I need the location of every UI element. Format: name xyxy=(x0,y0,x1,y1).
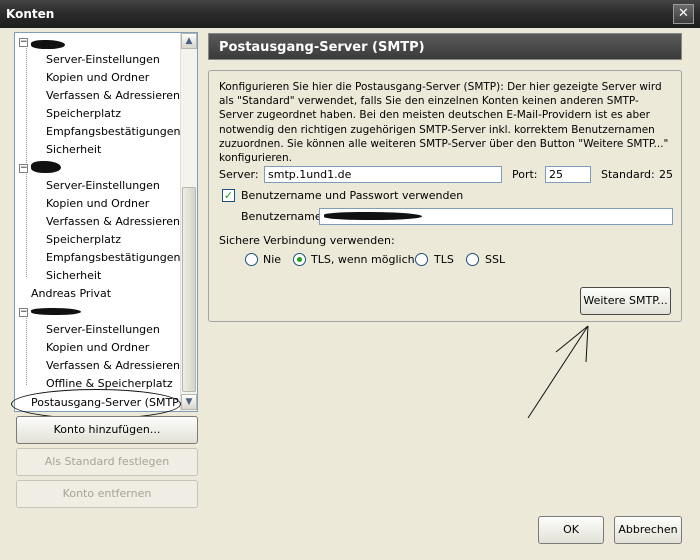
redacted-username xyxy=(324,212,422,220)
tree-item-account[interactable]: Andreas Privat xyxy=(31,285,111,302)
tree-item-server-settings[interactable]: Server-Einstellungen xyxy=(46,321,160,338)
tree-item-server-settings[interactable]: Server-Einstellungen xyxy=(46,51,160,68)
redacted-account-name xyxy=(31,161,61,173)
security-option-label: TLS xyxy=(434,253,454,266)
set-default-button: Als Standard festlegen xyxy=(16,448,198,476)
more-smtp-button[interactable]: Weitere SMTP... xyxy=(580,287,671,315)
security-radio-tls-if-available[interactable] xyxy=(293,253,306,266)
panel-title: Postausgang-Server (SMTP) xyxy=(208,33,682,60)
close-icon[interactable]: ✕ xyxy=(673,4,694,24)
tree-item-receipts[interactable]: Empfangsbestätigungen xyxy=(46,123,181,140)
security-option-label: TLS, wenn möglich xyxy=(311,253,415,266)
title-bar: Konten ✕ xyxy=(0,0,700,28)
redacted-account-name xyxy=(31,40,65,49)
tree-item-copies-folders[interactable]: Kopien und Ordner xyxy=(46,339,149,356)
use-auth-checkbox[interactable]: ✓ xyxy=(222,189,235,202)
secure-connection-label: Sichere Verbindung verwenden: xyxy=(219,234,395,247)
security-option-label: Nie xyxy=(263,253,282,266)
username-label: Benutzername: xyxy=(241,210,326,223)
use-auth-label: Benutzername und Passwort verwenden xyxy=(241,189,464,202)
scroll-up-icon[interactable]: ▲ xyxy=(181,33,197,49)
tree-item-security[interactable]: Sicherheit xyxy=(46,267,101,284)
redacted-account-name xyxy=(31,308,81,315)
cancel-button[interactable]: Abbrechen xyxy=(614,516,682,544)
tree-item-composition[interactable]: Verfassen & Adressieren xyxy=(46,357,180,374)
tree-scrollbar[interactable]: ▲ ▼ xyxy=(180,33,197,411)
tree-item-copies-folders[interactable]: Kopien und Ordner xyxy=(46,195,149,212)
add-account-button[interactable]: Konto hinzufügen... xyxy=(16,416,198,444)
highlight-ellipse xyxy=(11,389,181,419)
account-tree[interactable]: − Server-Einstellungen Kopien und Ordner… xyxy=(14,32,198,412)
server-label: Server: xyxy=(219,168,259,181)
ok-button[interactable]: OK xyxy=(538,516,604,544)
server-input[interactable]: smtp.1und1.de xyxy=(264,166,502,183)
collapse-icon[interactable]: − xyxy=(19,308,28,317)
collapse-icon[interactable]: − xyxy=(19,38,28,47)
standard-port-value: 25 xyxy=(659,168,673,181)
port-input[interactable]: 25 xyxy=(545,166,591,183)
security-option-label: SSL xyxy=(485,253,506,266)
tree-item-composition[interactable]: Verfassen & Adressieren xyxy=(46,87,180,104)
tree-item-disk-space[interactable]: Speicherplatz xyxy=(46,105,121,122)
scroll-down-icon[interactable]: ▼ xyxy=(181,394,197,410)
security-radio-tls[interactable] xyxy=(415,253,428,266)
username-input[interactable] xyxy=(319,208,673,225)
annotation-arrow xyxy=(527,325,589,419)
smtp-description: Konfigurieren Sie hier die Postausgang-S… xyxy=(219,81,669,165)
tree-item-server-settings[interactable]: Server-Einstellungen xyxy=(46,177,160,194)
security-radio-ssl[interactable] xyxy=(466,253,479,266)
collapse-icon[interactable]: − xyxy=(19,164,28,173)
tree-item-receipts[interactable]: Empfangsbestätigungen xyxy=(46,249,181,266)
standard-port-label: Standard: xyxy=(601,168,655,181)
tree-item-security[interactable]: Sicherheit xyxy=(46,141,101,158)
port-label: Port: xyxy=(512,168,538,181)
accounts-dialog: Konten ✕ − Server-Einstellungen Kopien u… xyxy=(0,0,700,560)
scroll-thumb[interactable] xyxy=(182,187,196,392)
window-title: Konten xyxy=(6,7,55,21)
remove-account-button: Konto entfernen xyxy=(16,480,198,508)
tree-item-composition[interactable]: Verfassen & Adressieren xyxy=(46,213,180,230)
smtp-settings-group: Konfigurieren Sie hier die Postausgang-S… xyxy=(208,70,682,322)
tree-item-copies-folders[interactable]: Kopien und Ordner xyxy=(46,69,149,86)
security-radio-never[interactable] xyxy=(245,253,258,266)
tree-item-disk-space[interactable]: Speicherplatz xyxy=(46,231,121,248)
